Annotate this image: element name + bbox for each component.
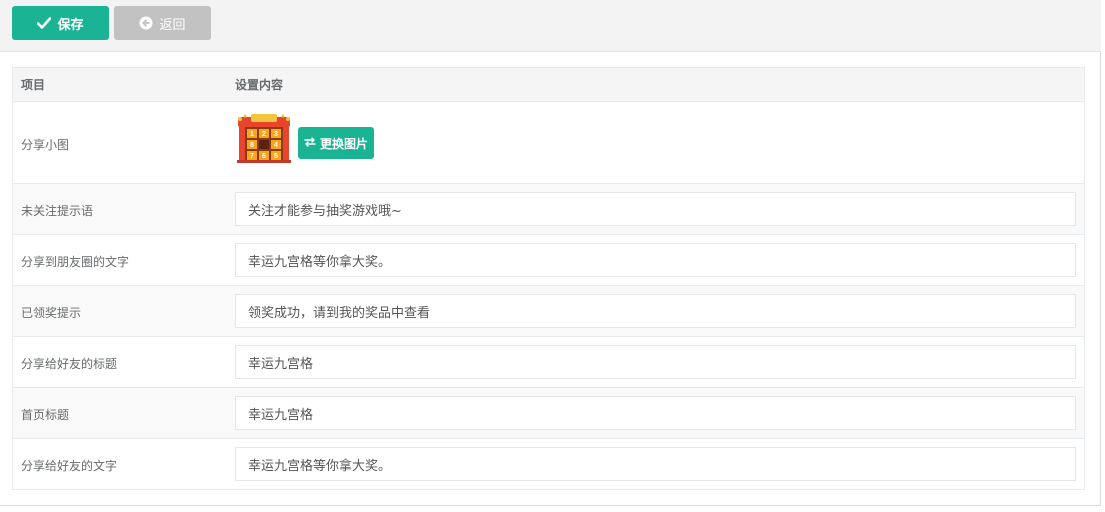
grid-number: 5 — [274, 153, 278, 160]
table-row: 首页标题 — [13, 388, 1084, 439]
row-label: 分享给好友的文字 — [21, 459, 118, 473]
table-row-share-thumb: 分享小图 1 2 3 8 4 7 6 5 更换图片 — [13, 102, 1084, 184]
home-title-input[interactable] — [235, 396, 1076, 430]
row-label: 未关注提示语 — [21, 204, 94, 218]
grid-number: 6 — [262, 153, 266, 160]
table-row: 分享给好友的标题 — [13, 337, 1084, 388]
share-thumbnail-image: 1 2 3 8 4 7 6 5 — [235, 113, 293, 165]
row-label: 首页标题 — [21, 408, 70, 422]
table-header: 项目 设置内容 — [13, 68, 1084, 102]
grid-number: 7 — [250, 153, 254, 160]
change-image-label: 更换图片 — [319, 136, 368, 151]
back-button[interactable]: 返回 — [114, 6, 211, 40]
row-label: 分享给好友的标题 — [21, 357, 118, 371]
grid-number: 2 — [262, 131, 266, 138]
settings-table: 项目 设置内容 分享小图 1 2 3 8 4 7 6 5 更换图片 未关注提示语… — [12, 67, 1085, 490]
row-label: 已领奖提示 — [21, 306, 82, 320]
back-button-label: 返回 — [159, 17, 186, 33]
table-row: 未关注提示语 — [13, 184, 1084, 235]
unfollow-tip-input[interactable] — [235, 192, 1076, 226]
grid-number: 1 — [250, 131, 254, 138]
save-button-label: 保存 — [57, 17, 84, 33]
arrow-circle-left-icon — [139, 16, 153, 30]
table-row: 分享给好友的文字 — [13, 439, 1084, 489]
checkmark-icon — [37, 17, 52, 29]
row-label: 分享小图 — [21, 138, 70, 152]
moments-share-text-input[interactable] — [235, 243, 1076, 277]
column-header-item: 项目 — [21, 78, 46, 92]
table-row: 分享到朋友圈的文字 — [13, 235, 1084, 286]
table-row: 已领奖提示 — [13, 286, 1084, 337]
friend-share-text-input[interactable] — [235, 447, 1076, 481]
grid-number: 8 — [250, 142, 254, 149]
toolbar: 保存 返回 — [0, 0, 1101, 52]
grid-number: 4 — [274, 142, 278, 149]
save-button[interactable]: 保存 — [12, 6, 109, 40]
exchange-icon — [304, 136, 316, 150]
grid-number: 3 — [274, 131, 278, 138]
claimed-tip-input[interactable] — [235, 294, 1076, 328]
row-label: 分享到朋友圈的文字 — [21, 255, 130, 269]
column-header-content: 设置内容 — [235, 78, 284, 92]
page-frame: 保存 返回 项目 设置内容 分享小图 1 2 3 8 4 7 6 5 更换图片 … — [0, 0, 1101, 506]
friend-share-title-input[interactable] — [235, 345, 1076, 379]
change-image-button[interactable]: 更换图片 — [298, 127, 374, 159]
